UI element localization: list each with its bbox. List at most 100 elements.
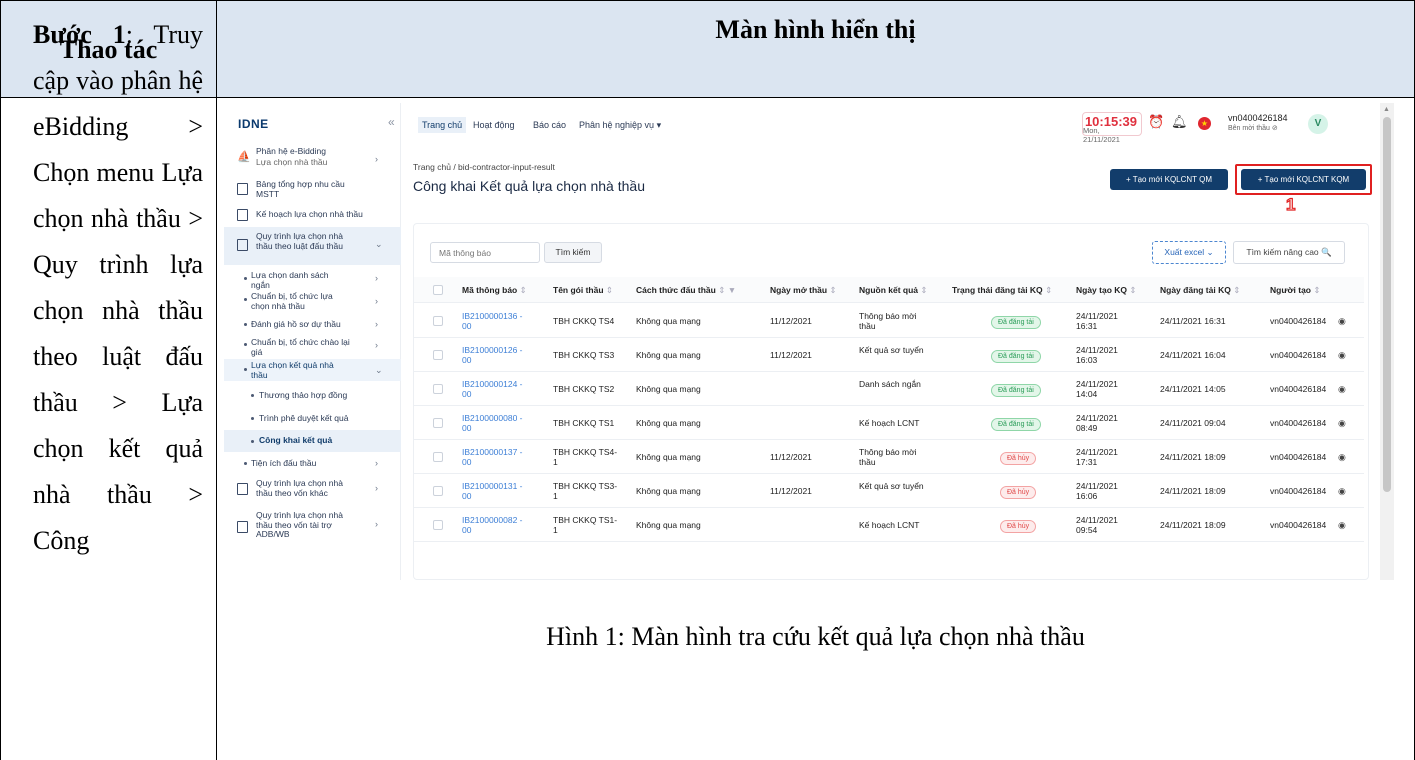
breadcrumb: Trang chủ / bid-contractor-input-result	[413, 162, 555, 172]
cell-posted: 24/11/2021 14:05	[1160, 384, 1226, 394]
sidebar-item-ebidding[interactable]: ⛵ Phân hệ e-Bidding Lựa chọn nhà thầu ›	[224, 145, 401, 171]
col-header-creator[interactable]: Người tạo ⇕	[1270, 285, 1321, 296]
sidebar-subitem-negotiate[interactable]: Thương thảo hợp đồng	[224, 387, 401, 405]
view-icon[interactable]: ◉	[1338, 384, 1346, 395]
cell-source: Kết quả sơ tuyển	[859, 481, 924, 491]
table-row[interactable]: IB2100000124 - 00 TBH CKKQ TS2 Không qua m…	[414, 372, 1364, 406]
sidebar-subitem-evaluate[interactable]: Đánh giá hồ sơ dự thầu ›	[224, 316, 401, 334]
cell-code[interactable]: IB2100000136 - 00	[462, 311, 532, 331]
sidebar-item-label: Chuẩn bị, tổ chức lựa chọn nhà thầu	[251, 291, 333, 311]
col-header-status[interactable]: Trạng thái đăng tải KQ ⇕	[952, 285, 1052, 296]
sidebar-subitem-select-result[interactable]: Lựa chọn kết quả nhà thầu ⌄	[224, 359, 401, 381]
col-header-posted[interactable]: Ngày đăng tải KQ ⇕	[1160, 285, 1240, 296]
view-icon[interactable]: ◉	[1338, 350, 1346, 361]
bullet-icon	[251, 417, 254, 420]
cell-code[interactable]: IB2100000126 - 00	[462, 345, 532, 365]
cell-code[interactable]: IB2100000080 - 00	[462, 413, 532, 433]
col-header-open-date[interactable]: Ngày mở thầu ⇕	[770, 285, 837, 296]
create-kqlcnt-qm-button[interactable]: + Tạo mới KQLCNT QM	[1110, 169, 1228, 190]
bell-icon[interactable]: 🔔︎	[1171, 114, 1188, 130]
col-header-name[interactable]: Tên gói thầu ⇕	[553, 285, 613, 296]
sidebar-item-label: Quy trình lựa chọn nhà thầu theo vốn tài…	[256, 510, 343, 539]
view-icon[interactable]: ◉	[1338, 486, 1346, 497]
view-icon[interactable]: ◉	[1338, 520, 1346, 531]
cell-creator: vn0400426184	[1270, 350, 1327, 360]
row-checkbox[interactable]	[433, 316, 443, 326]
table-row[interactable]: IB2100000082 - 00 TBH CKKQ TS1- 1 Không qu…	[414, 508, 1364, 542]
sidebar-item-process-law[interactable]: Quy trình lựa chọn nhà thầu theo luật đấ…	[224, 227, 401, 265]
user-info[interactable]: vn0400426184 Bên mời thầu ⊘	[1228, 113, 1288, 132]
row-checkbox[interactable]	[433, 384, 443, 394]
topnav-activity[interactable]: Hoạt động	[473, 120, 515, 130]
cell-code[interactable]: IB2100000082 - 00	[462, 515, 532, 535]
row-checkbox[interactable]	[433, 350, 443, 360]
filter-icon[interactable]: ▼	[728, 285, 736, 295]
topnav-report[interactable]: Báo cáo	[533, 120, 566, 130]
sidebar-subitem-approve[interactable]: Trình phê duyệt kết quả	[224, 410, 401, 428]
cell-name: TBH CKKQ TS1- 1	[553, 515, 618, 535]
highlight-box	[1235, 164, 1372, 195]
view-icon[interactable]: ◉	[1338, 418, 1346, 429]
sidebar-item-adb-wb[interactable]: Quy trình lựa chọn nhà thầu theo vốn tài…	[224, 507, 401, 543]
bullet-icon	[244, 343, 247, 346]
document-icon	[237, 483, 248, 495]
col-header-source[interactable]: Nguồn kết quả ⇕	[859, 285, 928, 296]
topnav-business[interactable]: Phân hệ nghiệp vụ ▾	[579, 120, 661, 131]
alarm-icon[interactable]: ⏰	[1148, 114, 1164, 130]
view-icon[interactable]: ◉	[1338, 452, 1346, 463]
vietnam-flag-icon[interactable]: ★	[1198, 117, 1211, 130]
row-checkbox[interactable]	[433, 520, 443, 530]
scroll-up-icon[interactable]: ▲	[1383, 106, 1390, 113]
sidebar-subitem-prepare[interactable]: Chuẩn bị, tổ chức lựa chọn nhà thầu ›	[224, 290, 401, 312]
col-header-created[interactable]: Ngày tạo KQ ⇕	[1076, 285, 1137, 296]
sidebar-subitem-reprice[interactable]: Chuẩn bị, tổ chức chào lại giá ›	[224, 336, 401, 358]
chevron-right-icon: ›	[375, 273, 378, 283]
sidebar-subitem-utilities[interactable]: Tiện ích đấu thầu ›	[224, 455, 401, 473]
document-icon	[237, 521, 248, 533]
status-badge: Đã hủy	[1000, 486, 1037, 499]
search-input[interactable]	[430, 242, 540, 263]
view-icon[interactable]: ◉	[1338, 316, 1346, 327]
sidebar-item-mstt[interactable]: Bảng tổng hợp nhu cầu MSTT	[224, 177, 401, 201]
cell-code[interactable]: IB2100000131 - 00	[462, 481, 532, 501]
advanced-search-button[interactable]: Tìm kiếm nâng cao 🔍	[1233, 241, 1345, 264]
sort-icon: ⇕	[1313, 285, 1321, 295]
select-all-checkbox[interactable]	[433, 285, 443, 295]
chevron-down-icon: ⌄	[375, 365, 383, 375]
topnav-home[interactable]: Trang chủ	[418, 117, 467, 133]
avatar[interactable]: V	[1308, 114, 1328, 134]
table-row[interactable]: IB2100000131 - 00 TBH CKKQ TS3- 1 Không qu…	[414, 474, 1364, 508]
sidebar-item-plan[interactable]: Kế hoạch lựa chọn nhà thầu	[224, 206, 401, 224]
col-header-method[interactable]: Cách thức đấu thầu ⇕ ▼	[636, 285, 736, 296]
table-row[interactable]: IB2100000080 - 00 TBH CKKQ TS1 Không qua m…	[414, 406, 1364, 440]
row-checkbox[interactable]	[433, 486, 443, 496]
table-row[interactable]: IB2100000137 - 00 TBH CKKQ TS4- 1 Không qu…	[414, 440, 1364, 474]
scrollbar[interactable]: ▲	[1380, 103, 1394, 580]
header-screen: Màn hình hiển thị	[715, 15, 916, 44]
sidebar-item-label: Lựa chọn kết quả nhà thầu	[251, 360, 334, 380]
table-header: Mã thông báo ⇕ Tên gói thầu ⇕ Cách thức …	[414, 277, 1364, 303]
sidebar-subitem-shortlist[interactable]: Lựa chọn danh sách ngắn ›	[224, 269, 401, 289]
cell-open: 11/12/2021	[770, 350, 812, 360]
collapse-sidebar-icon[interactable]: «	[388, 115, 395, 129]
cell-name: TBH CKKQ TS4- 1	[553, 447, 618, 467]
sidebar-item-other-fund[interactable]: Quy trình lựa chọn nhà thầu theo vốn khá…	[224, 475, 401, 503]
status-badge: Đã đăng tải	[991, 350, 1041, 363]
status-badge: Đã hủy	[1000, 520, 1037, 533]
cell-creator: vn0400426184	[1270, 418, 1327, 428]
table-row[interactable]: IB2100000126 - 00 TBH CKKQ TS3 Không qua m…	[414, 338, 1364, 372]
cell-code[interactable]: IB2100000137 - 00	[462, 447, 532, 467]
row-checkbox[interactable]	[433, 418, 443, 428]
search-button[interactable]: Tìm kiếm	[544, 242, 602, 263]
scrollbar-thumb[interactable]	[1383, 117, 1391, 492]
col-header-code[interactable]: Mã thông báo ⇕	[462, 285, 527, 296]
row-checkbox[interactable]	[433, 452, 443, 462]
cell-name: TBH CKKQ TS2	[553, 384, 615, 394]
status-badge: Đã đăng tải	[991, 316, 1041, 329]
table-row[interactable]: IB2100000136 - 00 TBH CKKQ TS4 Không qua m…	[414, 304, 1364, 338]
export-excel-button[interactable]: Xuất excel ⌄	[1152, 241, 1226, 264]
cell-code[interactable]: IB2100000124 - 00	[462, 379, 532, 399]
sidebar-subitem-publish-result[interactable]: Công khai kết quả	[224, 430, 401, 452]
ebidding-icon: ⛵	[237, 151, 251, 163]
bullet-icon	[244, 323, 247, 326]
